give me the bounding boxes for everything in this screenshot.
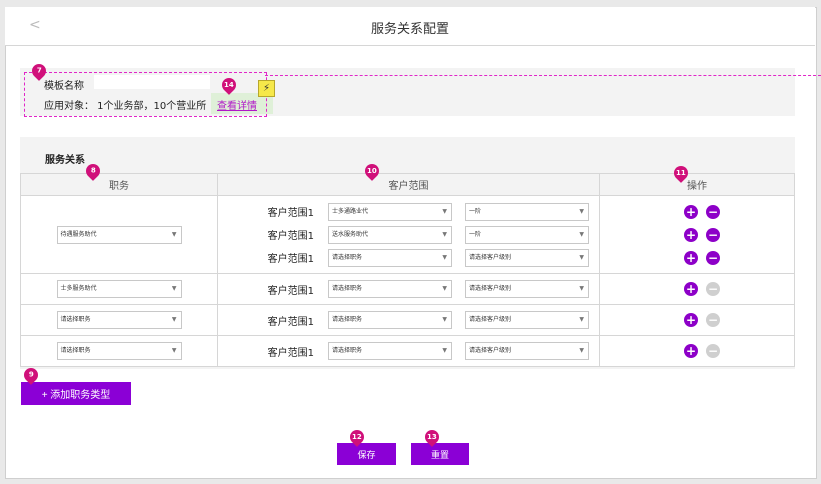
- add-range-icon[interactable]: +: [684, 282, 698, 296]
- range-job-select[interactable]: 请选择职务 ▼: [328, 311, 452, 329]
- reset-button[interactable]: 重置: [411, 443, 469, 465]
- range-level-select[interactable]: 请选择客户级别 ▼: [465, 342, 589, 360]
- job-cell: 请选择职务 ▼: [20, 304, 218, 336]
- column-header-ops: 操作: [599, 173, 795, 196]
- job-cell: 待遇服务助代 ▼: [20, 195, 218, 274]
- job-select[interactable]: 待遇服务助代 ▼: [56, 225, 182, 244]
- customer-range-label: 客户范围1: [267, 347, 314, 359]
- ops-cell: + −: [599, 304, 795, 336]
- remove-range-icon: −: [706, 313, 720, 327]
- remove-range-icon: −: [706, 282, 720, 296]
- range-level-select[interactable]: 一阶 ▼: [465, 225, 589, 244]
- add-range-icon[interactable]: +: [684, 344, 698, 358]
- range-level-select[interactable]: 请选择客户级别 ▼: [465, 248, 589, 267]
- page-header: < 服务关系配置: [5, 7, 815, 46]
- job-select[interactable]: 士多服务助代 ▼: [56, 280, 182, 298]
- remove-range-icon[interactable]: −: [706, 250, 720, 265]
- table-row: 待遇服务助代 ▼ 客户范围1 士多通路业代 ▼ 一阶 ▼ 客户范围1 送水服务助代 ▼ …: [20, 195, 795, 274]
- remove-range-icon[interactable]: −: [706, 204, 720, 219]
- range-level-select[interactable]: 一阶 ▼: [465, 202, 589, 221]
- customer-range-label: 客户范围1: [267, 316, 314, 328]
- range-job-select[interactable]: 送水服务助代 ▼: [328, 225, 452, 244]
- ops-cell: + −: [599, 273, 795, 305]
- job-select[interactable]: 请选择职务 ▼: [56, 311, 182, 329]
- customer-cell: 客户范围1 士多通路业代 ▼ 一阶 ▼ 客户范围1 送水服务助代 ▼ 一阶 ▼ 客户范围…: [217, 195, 600, 274]
- job-cell: 士多服务助代 ▼: [20, 273, 218, 305]
- column-header-job: 职务: [20, 173, 218, 196]
- customer-cell: 客户范围1 请选择职务 ▼ 请选择客户级别 ▼: [217, 335, 600, 367]
- save-button[interactable]: 保存: [337, 443, 396, 465]
- add-range-icon[interactable]: +: [684, 227, 698, 242]
- add-range-icon[interactable]: +: [684, 204, 698, 219]
- job-select[interactable]: 请选择职务 ▼: [56, 342, 182, 360]
- range-level-select[interactable]: 请选择客户级别 ▼: [465, 280, 589, 298]
- customer-range-label: 客户范围1: [267, 285, 314, 297]
- template-name-label: 模板名称: [44, 81, 84, 92]
- annotation-line: [265, 75, 821, 76]
- customer-range-label: 客户范围1: [267, 231, 314, 242]
- template-name-input[interactable]: [94, 75, 210, 89]
- range-level-select[interactable]: 请选择客户级别 ▼: [465, 311, 589, 329]
- add-range-icon[interactable]: +: [684, 250, 698, 265]
- table-row: 请选择职务 ▼ 客户范围1 请选择职务 ▼ 请选择客户级别 ▼ + −: [20, 335, 795, 367]
- remove-range-icon: −: [706, 344, 720, 358]
- relation-section-title: 服务关系: [45, 155, 85, 166]
- customer-cell: 客户范围1 请选择职务 ▼ 请选择客户级别 ▼: [217, 304, 600, 336]
- range-job-select[interactable]: 请选择职务 ▼: [328, 248, 452, 267]
- table-row: 请选择职务 ▼ 客户范围1 请选择职务 ▼ 请选择客户级别 ▼ + −: [20, 304, 795, 336]
- add-range-icon[interactable]: +: [684, 313, 698, 327]
- add-job-type-button[interactable]: + 添加职务类型: [21, 382, 131, 405]
- customer-cell: 客户范围1 请选择职务 ▼ 请选择客户级别 ▼: [217, 273, 600, 305]
- table-row: 士多服务助代 ▼ 客户范围1 请选择职务 ▼ 请选择客户级别 ▼ + −: [20, 273, 795, 305]
- job-cell: 请选择职务 ▼: [20, 335, 218, 367]
- ops-cell: + − + − + −: [599, 195, 795, 274]
- view-detail-link[interactable]: 查看详情: [217, 97, 257, 112]
- range-job-select[interactable]: 士多通路业代 ▼: [328, 202, 452, 221]
- page-title: 服务关系配置: [370, 22, 449, 37]
- customer-range-label: 客户范围1: [267, 208, 314, 219]
- lightning-icon: ⚡: [258, 80, 275, 97]
- apply-target-text: 应用对象： 1个业务部，10个营业所: [44, 101, 207, 112]
- relation-table: 职务 客户范围 操作 待遇服务助代 ▼ 客户范围1 士多通路业代 ▼ 一阶 ▼ 客户范…: [20, 173, 795, 367]
- range-job-select[interactable]: 请选择职务 ▼: [328, 342, 452, 360]
- column-header-customer: 客户范围: [217, 173, 600, 196]
- customer-range-label: 客户范围1: [267, 254, 314, 265]
- remove-range-icon[interactable]: −: [706, 227, 720, 242]
- ops-cell: + −: [599, 335, 795, 367]
- range-job-select[interactable]: 请选择职务 ▼: [328, 280, 452, 298]
